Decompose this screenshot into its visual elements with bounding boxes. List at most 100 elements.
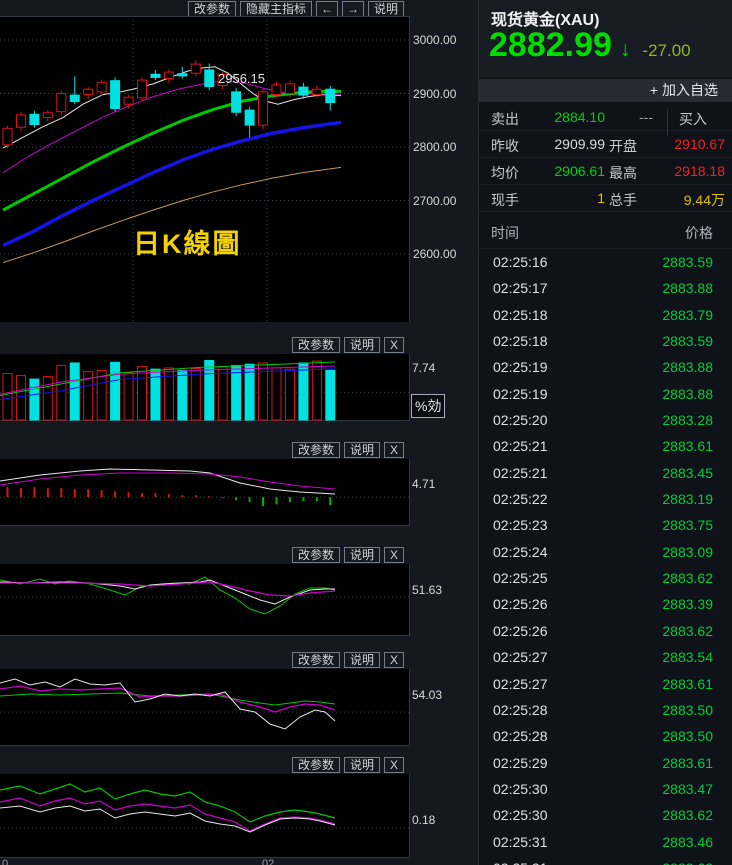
kdj-chart[interactable] xyxy=(0,564,410,636)
dash-value: --- xyxy=(639,109,653,125)
chart-title-watermark: 日K線圖 xyxy=(133,229,242,259)
tape-time: 02:25:31 xyxy=(493,860,548,865)
change-params-button[interactable]: 改参数 xyxy=(291,547,340,563)
tape-time: 02:25:17 xyxy=(493,280,548,297)
sell-label: 卖出 xyxy=(491,111,519,127)
add-watchlist-button[interactable]: + 加入自选 xyxy=(479,79,732,102)
help-button[interactable]: 说明 xyxy=(343,757,380,773)
tape-row: 02:25:24 2883.09 xyxy=(479,539,732,565)
tape-time: 02:25:26 xyxy=(493,596,548,613)
tape-price: 2883.54 xyxy=(662,649,713,666)
change-params-button[interactable]: 改参数 xyxy=(291,652,340,668)
tape-time: 02:25:28 xyxy=(493,701,548,718)
tape-time: 02:25:31 xyxy=(493,833,548,850)
tape-time: 02:25:21 xyxy=(493,464,548,481)
help-button[interactable]: 说明 xyxy=(343,652,380,668)
tape-row: 02:25:25 2883.62 xyxy=(479,565,732,591)
tape-price: 2883.50 xyxy=(662,701,713,718)
tape-time: 02:25:27 xyxy=(493,675,548,692)
rsi-value-label: 54.03 xyxy=(412,688,443,702)
price-axis-label: 2700.00 xyxy=(413,194,457,208)
help-button[interactable]: 说明 xyxy=(343,442,380,458)
hide-main-indicator-button[interactable]: 隐藏主指标 xyxy=(239,1,312,17)
tape-time: 02:25:30 xyxy=(493,807,548,824)
help-button[interactable]: 说明 xyxy=(343,547,380,563)
daily-kline-chart[interactable] xyxy=(0,16,410,322)
tape-price: 2883.62 xyxy=(613,860,713,865)
tape-row: 02:25:31 2883.46 xyxy=(479,829,732,855)
tape-price: 2883.88 xyxy=(662,280,713,297)
tape-row: 02:25:19 2883.88 xyxy=(479,381,732,407)
tape-row: 02:25:28 2883.50 xyxy=(479,723,732,749)
close-panel-button[interactable]: X xyxy=(383,337,404,353)
tape-row: 02:25:18 2883.59 xyxy=(479,328,732,354)
help-button[interactable]: 说明 xyxy=(343,337,380,353)
kdj-value-label: 51.63 xyxy=(412,583,443,597)
tape-price: 2883.79 xyxy=(662,306,713,323)
help-button[interactable]: 说明 xyxy=(367,1,404,17)
tape-price: 2883.39 xyxy=(662,596,713,613)
indicator5-value-label: 0.18 xyxy=(412,813,436,827)
tick-tape-list[interactable]: 02:25:16 2883.59 02:25:17 2883.88 02:25:18 28… xyxy=(479,249,732,865)
close-panel-button[interactable]: X xyxy=(383,652,404,668)
volume-row: 现手 1 总手 9.44万 xyxy=(479,185,732,212)
percent-toggle-button[interactable]: %効 xyxy=(411,394,446,418)
quote-rows: 卖出 2884.10 --- 买入 昨收 2909.99 开盘 2910.67 … xyxy=(479,104,732,212)
avg-high-row: 均价 2906.61 最高 2918.18 xyxy=(479,158,732,185)
volume-panel-toolbar: 改参数 说明 X xyxy=(0,337,404,353)
tape-row: 02:25:21 2883.45 xyxy=(479,460,732,486)
last-price: 2882.99 xyxy=(489,26,612,64)
volume-chart[interactable] xyxy=(0,354,410,421)
avg-price-value: 2906.61 xyxy=(554,163,605,179)
down-arrow-icon: ↓ xyxy=(619,38,631,61)
sell-buy-row: 卖出 2884.10 --- 买入 xyxy=(479,104,732,136)
tape-row: 02:25:27 2883.54 xyxy=(479,644,732,670)
sell-value: 2884.10 xyxy=(554,109,605,125)
tape-time: 02:25:19 xyxy=(493,385,548,402)
kdj-panel-toolbar: 改参数 说明 X xyxy=(0,547,404,563)
tape-price: 2883.50 xyxy=(662,728,713,745)
close-panel-button[interactable]: X xyxy=(383,547,404,563)
tape-price: 2883.61 xyxy=(662,754,713,771)
tape-price: 2883.09 xyxy=(662,543,713,560)
change-params-button[interactable]: 改参数 xyxy=(291,442,340,458)
tape-row: 02:25:29 2883.61 xyxy=(479,750,732,776)
avg-price-label: 均价 xyxy=(491,165,519,181)
time-column-header: 时间 xyxy=(491,225,519,241)
tape-row: 02:25:26 2883.39 xyxy=(479,591,732,617)
price-axis-label: 3000.00 xyxy=(413,33,457,47)
x-axis-label: 0 xyxy=(2,858,9,865)
close-panel-button[interactable]: X xyxy=(383,757,404,773)
prevclose-open-row: 昨收 2909.99 开盘 2910.67 xyxy=(479,131,732,158)
volume-value-label: 7.74 xyxy=(412,361,436,375)
tape-time: 02:25:26 xyxy=(493,622,548,639)
price-row: 2882.99 ↓ -27.00 xyxy=(489,26,691,65)
indicator5-chart[interactable] xyxy=(0,774,410,858)
indicator5-panel-toolbar: 改参数 说明 X xyxy=(0,757,404,773)
x-axis-label: 02 xyxy=(262,858,275,865)
tape-time: 02:25:21 xyxy=(493,438,548,455)
close-panel-button[interactable]: X xyxy=(383,442,404,458)
tape-time: 02:25:27 xyxy=(493,649,548,666)
tape-time: 02:25:23 xyxy=(493,517,548,534)
change-params-button[interactable]: 改参数 xyxy=(291,757,340,773)
tape-time: 02:25:20 xyxy=(493,412,548,429)
next-arrow-button[interactable]: → xyxy=(341,1,364,17)
tape-row: 02:25:23 2883.75 xyxy=(479,512,732,538)
tape-row: 02:25:31 2883.62 xyxy=(479,855,732,865)
prev-close-value: 2909.99 xyxy=(554,136,605,152)
change-params-button[interactable]: 改参数 xyxy=(187,1,236,17)
quote-header: 现货黄金(XAU) 2882.99 ↓ -27.00 xyxy=(479,0,732,77)
macd-chart[interactable] xyxy=(0,459,410,526)
tape-time: 02:25:19 xyxy=(493,359,548,376)
prev-arrow-button[interactable]: ← xyxy=(315,1,338,17)
tape-price: 2883.46 xyxy=(662,833,713,850)
high-label: 最高 xyxy=(609,165,637,181)
total-volume-value: 9.44万 xyxy=(683,192,725,208)
price-change: -27.00 xyxy=(642,41,691,60)
change-params-button[interactable]: 改参数 xyxy=(291,337,340,353)
tape-time: 02:25:18 xyxy=(493,306,548,323)
tape-price: 2883.62 xyxy=(662,807,713,824)
tape-time: 02:25:24 xyxy=(493,543,548,560)
rsi-chart[interactable] xyxy=(0,669,410,746)
